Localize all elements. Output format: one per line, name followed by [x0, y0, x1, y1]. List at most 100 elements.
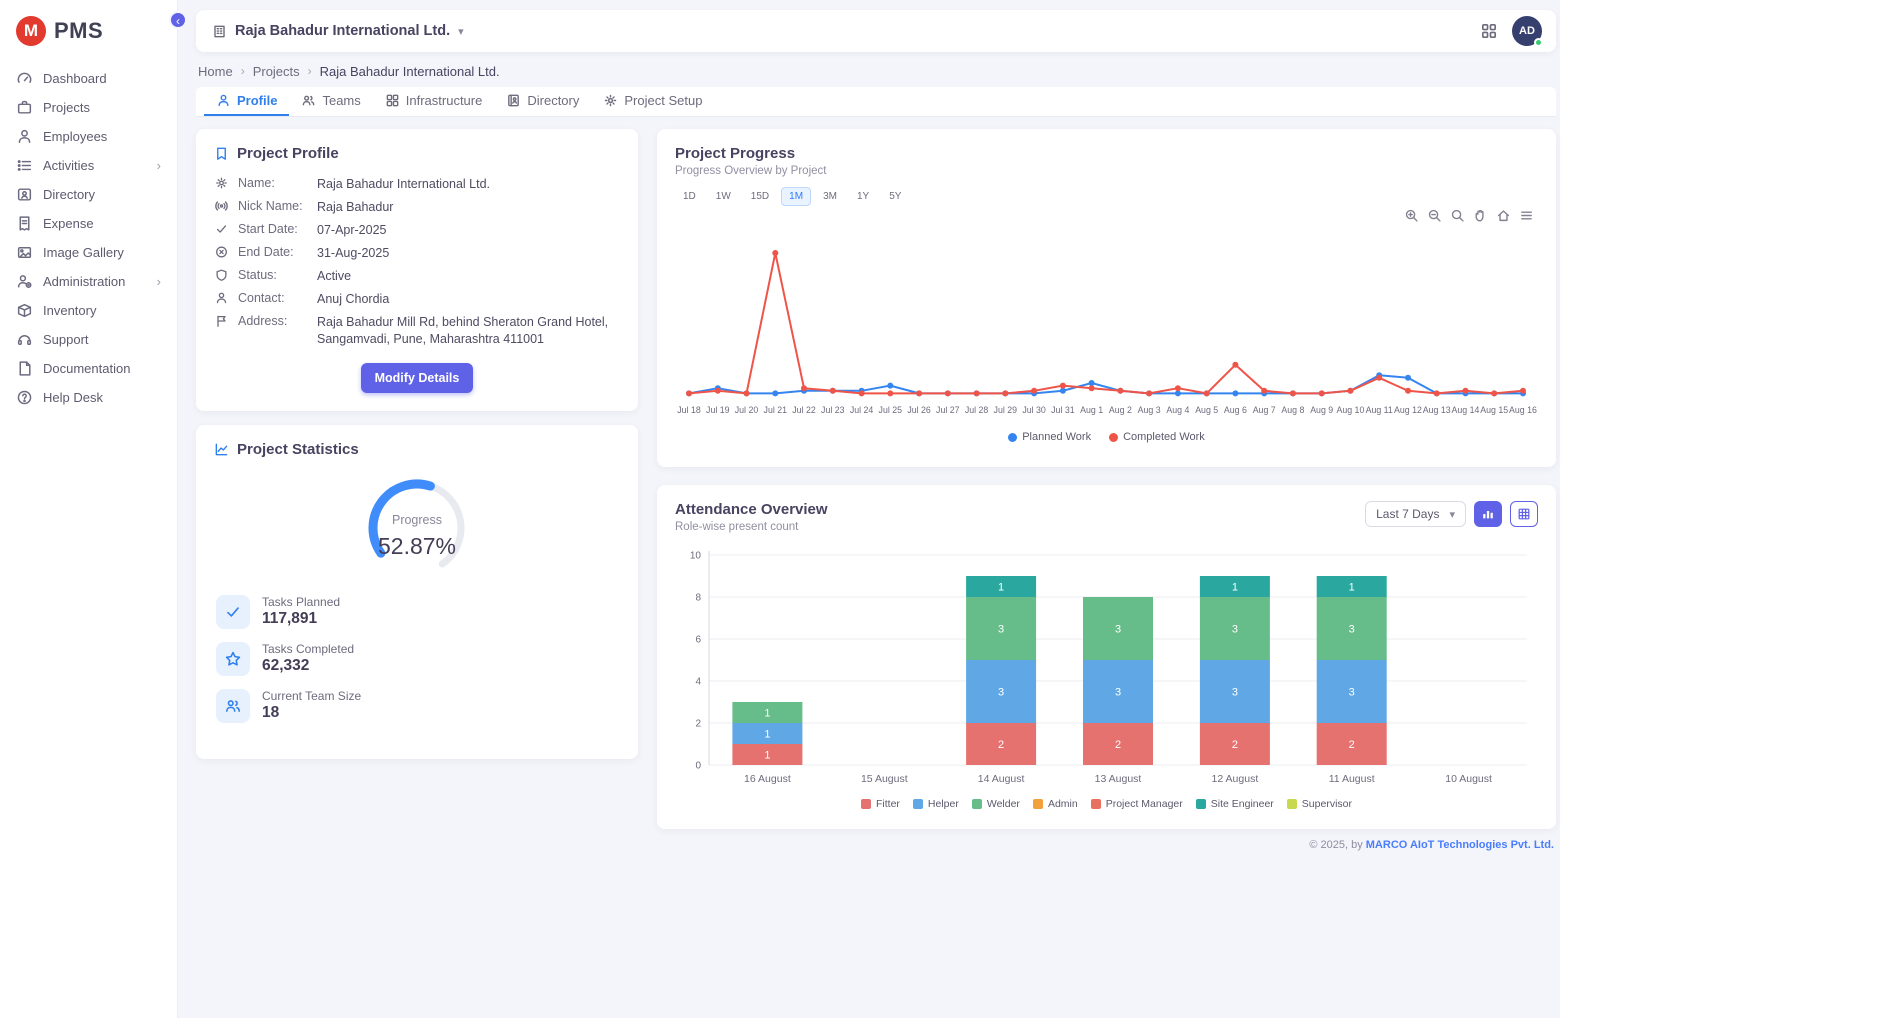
svg-text:Jul 27: Jul 27: [936, 405, 960, 415]
field-label: Name:: [238, 175, 308, 190]
legend-item[interactable]: Project Manager: [1091, 798, 1183, 810]
legend-item[interactable]: Helper: [913, 798, 959, 810]
field-label: Nick Name:: [238, 198, 308, 213]
sidebar-item-label: Administration: [43, 274, 147, 289]
svg-text:3: 3: [1115, 624, 1121, 636]
svg-text:Jul 22: Jul 22: [792, 405, 816, 415]
svg-text:3: 3: [1232, 624, 1238, 636]
page: M PMS Dashboard Projects Employees Activ…: [0, 0, 1892, 1018]
sidebar-item-dashboard[interactable]: Dashboard: [6, 64, 171, 93]
range-3m[interactable]: 3M: [815, 187, 845, 206]
company-selector[interactable]: Raja Bahadur International Ltd. ▾: [212, 23, 464, 39]
tab-project-setup[interactable]: Project Setup: [591, 87, 714, 116]
sidebar-item-label: Help Desk: [43, 390, 161, 405]
breadcrumb-home[interactable]: Home: [198, 64, 233, 79]
main-area: ‹ Raja Bahadur International Ltd. ▾ AD: [178, 0, 1560, 1018]
sidebar-item-support[interactable]: Support: [6, 325, 171, 354]
sidebar-item-activities[interactable]: Activities ›: [6, 151, 171, 180]
chevron-right-icon: ›: [308, 64, 312, 78]
legend-item[interactable]: Completed Work: [1109, 431, 1205, 443]
attendance-bar-chart[interactable]: 024681011116 August15 August233114 Augus…: [675, 547, 1538, 792]
svg-text:3: 3: [998, 687, 1004, 699]
svg-text:10 August: 10 August: [1445, 773, 1492, 785]
range-1w[interactable]: 1W: [708, 187, 739, 206]
sidebar-item-documentation[interactable]: Documentation: [6, 354, 171, 383]
logo-icon: M: [16, 16, 46, 46]
sidebar-item-projects[interactable]: Projects: [6, 93, 171, 122]
app-logo[interactable]: M PMS: [0, 0, 177, 60]
broadcast-icon: [214, 198, 229, 213]
chevron-down-icon: ▾: [458, 25, 464, 38]
svg-text:Aug 8: Aug 8: [1281, 405, 1304, 415]
svg-text:Aug 15: Aug 15: [1480, 405, 1508, 415]
sidebar-item-administration[interactable]: Administration ›: [6, 267, 171, 296]
field-value: 31-Aug-2025: [317, 244, 620, 262]
svg-text:52.87%: 52.87%: [378, 533, 456, 559]
sidebar-item-help-desk[interactable]: Help Desk: [6, 383, 171, 412]
pan-hand-icon[interactable]: [1473, 208, 1488, 228]
document-icon: [16, 360, 33, 377]
field-value: Active: [317, 267, 620, 285]
online-status-dot: [1534, 38, 1543, 47]
legend-item[interactable]: Welder: [972, 798, 1020, 810]
tab-label: Directory: [527, 93, 579, 108]
stat-value: 117,891: [262, 610, 340, 628]
stat-value: 18: [262, 704, 361, 722]
bookmark-icon: [214, 146, 229, 161]
table-view-toggle[interactable]: [1510, 501, 1538, 527]
range-5y[interactable]: 5Y: [881, 187, 909, 206]
stat-value: 62,332: [262, 657, 354, 675]
sidebar-item-directory[interactable]: Directory: [6, 180, 171, 209]
sidebar-item-image-gallery[interactable]: Image Gallery: [6, 238, 171, 267]
sidebar-item-label: Directory: [43, 187, 161, 202]
sidebar-item-employees[interactable]: Employees: [6, 122, 171, 151]
tab-profile[interactable]: Profile: [204, 87, 289, 116]
person-icon: [16, 128, 33, 145]
legend-item[interactable]: Fitter: [861, 798, 900, 810]
profile-field-status: Status: Active: [214, 266, 620, 288]
legend-item[interactable]: Admin: [1033, 798, 1078, 810]
selection-zoom-icon[interactable]: [1450, 208, 1465, 228]
date-range-select[interactable]: Last 7 Days ▾: [1365, 501, 1466, 527]
range-1y[interactable]: 1Y: [849, 187, 877, 206]
legend-item[interactable]: Planned Work: [1008, 431, 1091, 443]
tab-teams[interactable]: Teams: [289, 87, 372, 116]
modify-details-button[interactable]: Modify Details: [361, 363, 474, 393]
range-1m[interactable]: 1M: [781, 187, 811, 206]
breadcrumb-projects[interactable]: Projects: [253, 64, 300, 79]
legend-item[interactable]: Site Engineer: [1196, 798, 1274, 810]
dashboard-icon: [16, 70, 33, 87]
progress-line-chart[interactable]: Jul 18Jul 19Jul 20Jul 21Jul 22Jul 23Jul …: [675, 230, 1538, 429]
svg-text:Aug 11: Aug 11: [1366, 405, 1393, 415]
menu-icon[interactable]: [1519, 208, 1534, 228]
range-15d[interactable]: 15D: [743, 187, 777, 206]
bar-view-toggle[interactable]: [1474, 501, 1502, 527]
svg-text:Jul 23: Jul 23: [821, 405, 845, 415]
user-avatar[interactable]: AD: [1512, 16, 1542, 46]
shield-icon: [214, 267, 229, 282]
svg-text:1: 1: [764, 750, 770, 762]
bar-chart-legend: Fitter Helper Welder Admin Project Manager Si…: [675, 798, 1538, 810]
stat-label: Current Team Size: [262, 689, 361, 703]
image-icon: [16, 244, 33, 261]
zoom-in-icon[interactable]: [1404, 208, 1419, 228]
sidebar-item-inventory[interactable]: Inventory: [6, 296, 171, 325]
apps-grid-icon[interactable]: [1480, 22, 1498, 40]
sidebar-item-label: Activities: [43, 158, 147, 173]
zoom-out-icon[interactable]: [1427, 208, 1442, 228]
sidebar-nav: Dashboard Projects Employees Activities …: [0, 60, 177, 416]
tab-directory[interactable]: Directory: [494, 87, 591, 116]
home-reset-icon[interactable]: [1496, 208, 1511, 228]
range-1d[interactable]: 1D: [675, 187, 704, 206]
legend-item[interactable]: Supervisor: [1287, 798, 1352, 810]
tab-label: Infrastructure: [406, 93, 483, 108]
sidebar-collapse-button[interactable]: ‹: [169, 11, 187, 29]
svg-text:4: 4: [695, 677, 701, 688]
company-link[interactable]: MARCO AIoT Technologies Pvt. Ltd.: [1366, 839, 1554, 851]
sidebar-item-label: Image Gallery: [43, 245, 161, 260]
tab-infrastructure[interactable]: Infrastructure: [373, 87, 495, 116]
sidebar-item-expense[interactable]: Expense: [6, 209, 171, 238]
svg-text:0: 0: [695, 761, 701, 772]
question-circle-icon: [16, 389, 33, 406]
svg-text:3: 3: [1349, 624, 1355, 636]
